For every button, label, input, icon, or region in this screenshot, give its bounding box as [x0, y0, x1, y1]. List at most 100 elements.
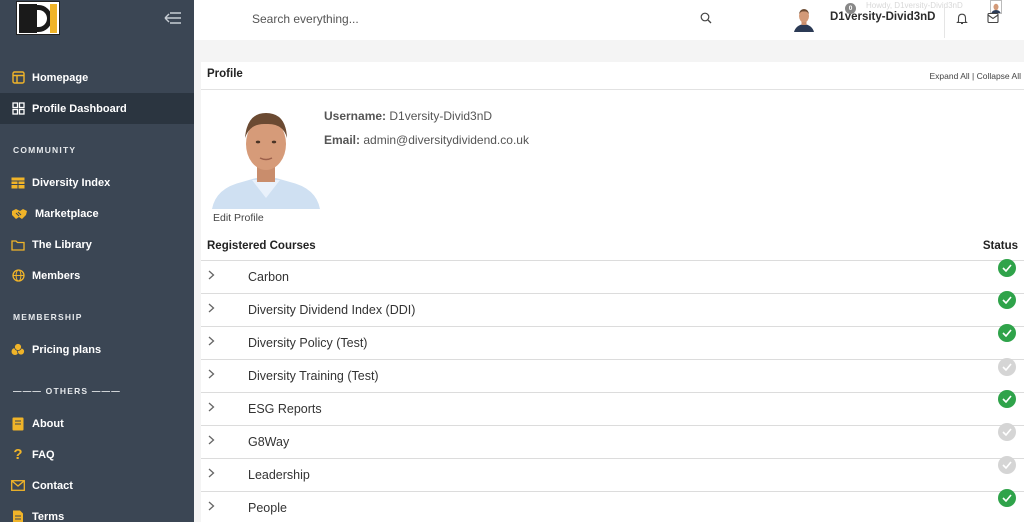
search-input[interactable] [252, 12, 692, 26]
link-separator: | [969, 71, 977, 81]
course-row[interactable]: Leadership [201, 458, 1024, 491]
question-icon: ? [13, 446, 23, 463]
chevron-right-icon[interactable] [207, 368, 216, 380]
search-bar [252, 0, 722, 38]
course-row[interactable]: ESG Reports [201, 392, 1024, 425]
username-label: Username: [324, 109, 387, 123]
inbox-icon[interactable] [987, 12, 999, 24]
sidebar-item-the-library[interactable]: The Library [0, 229, 194, 260]
sidebar-item-label: Pricing plans [32, 343, 102, 356]
chevron-right-icon[interactable] [207, 335, 216, 347]
layout-icon [11, 71, 25, 85]
logo[interactable] [16, 1, 60, 35]
expand-collapse-links: Expand All | Collapse All [929, 71, 1021, 81]
chevron-right-icon[interactable] [207, 434, 216, 446]
envelope-icon [11, 479, 25, 493]
handshake-icon [11, 207, 28, 221]
course-name: Diversity Policy (Test) [248, 336, 368, 350]
sidebar-item-contact[interactable]: Contact [0, 470, 194, 501]
email-label: Email: [324, 133, 361, 147]
email-line: Email: admin@diversitydividend.co.uk [324, 133, 529, 147]
document-icon [11, 510, 25, 522]
status-check-icon [998, 324, 1016, 342]
course-name: Diversity Dividend Index (DDI) [248, 303, 416, 317]
grid-icon [11, 102, 25, 116]
status-check-icon [998, 291, 1016, 309]
sidebar-item-label: Marketplace [35, 207, 99, 220]
username-value: D1versity-Divid3nD [389, 109, 493, 123]
course-name: Carbon [248, 270, 289, 284]
sidebar-item-label: Contact [32, 479, 73, 492]
sidebar-item-label: Diversity Index [32, 176, 111, 189]
sidebar-item-members[interactable]: Members [0, 260, 194, 291]
sidebar-item-label: FAQ [32, 448, 55, 461]
sidebar-item-label: Profile Dashboard [32, 102, 127, 115]
sidebar-item-faq[interactable]: ? FAQ [0, 439, 194, 470]
status-check-icon [998, 489, 1016, 507]
sidebar-item-homepage[interactable]: Homepage [0, 62, 194, 93]
status-check-icon [998, 259, 1016, 277]
search-icon[interactable] [700, 12, 712, 24]
sidebar: Homepage Profile Dashboard COMMUNITY Div… [0, 0, 194, 522]
sidebar-item-label: Members [32, 269, 81, 282]
bell-icon[interactable] [956, 12, 968, 25]
email-value: admin@diversitydividend.co.uk [363, 133, 529, 147]
status-heading: Status [982, 240, 1018, 252]
course-name: People [248, 501, 287, 515]
sidebar-item-terms[interactable]: Terms [0, 501, 194, 522]
book-icon [11, 417, 25, 431]
chevron-right-icon[interactable] [207, 401, 216, 413]
course-name: ESG Reports [248, 402, 322, 416]
chevron-right-icon[interactable] [207, 467, 216, 479]
status-check-icon [998, 423, 1016, 441]
chevron-right-icon[interactable] [207, 269, 216, 281]
sidebar-item-label: Homepage [32, 71, 89, 84]
admin-bar-greeting[interactable]: Howdy, D1versity-Divid3nD [866, 1, 963, 10]
logo-bar [0, 0, 194, 40]
globe-icon [11, 269, 25, 283]
chevron-right-icon[interactable] [207, 500, 216, 512]
collapse-all-link[interactable]: Collapse All [977, 71, 1021, 81]
table-icon [11, 176, 25, 190]
course-name: Leadership [248, 468, 310, 482]
topbar: D1versity-Divid3nD 0 Howdy, D1versity-Di… [194, 0, 1024, 40]
course-row[interactable]: Diversity Policy (Test) [201, 326, 1024, 359]
course-name: Diversity Training (Test) [248, 369, 379, 383]
chevron-right-icon[interactable] [207, 302, 216, 314]
section-community: COMMUNITY [13, 145, 77, 155]
sidebar-item-profile-dashboard[interactable]: Profile Dashboard [0, 93, 194, 124]
section-membership: MEMBERSHIP [13, 312, 83, 322]
profile-panel: Profile Expand All | Collapse All Edit P… [201, 62, 1024, 522]
course-row[interactable]: People [201, 491, 1024, 522]
username-line: Username: D1versity-Divid3nD [324, 109, 492, 123]
edit-profile-link[interactable]: Edit Profile [213, 212, 264, 224]
course-row[interactable]: Diversity Dividend Index (DDI) [201, 293, 1024, 326]
coins-icon [11, 343, 25, 357]
profile-photo [212, 106, 320, 209]
status-check-icon [998, 358, 1016, 376]
profile-header: Profile Expand All | Collapse All [201, 62, 1024, 90]
registered-courses-heading: Registered Courses [207, 240, 316, 252]
section-others: ——— OTHERS ——— [13, 386, 121, 396]
collapse-menu-icon[interactable] [161, 9, 183, 27]
status-check-icon [998, 456, 1016, 474]
topbar-divider [944, 6, 945, 38]
sidebar-item-pricing-plans[interactable]: Pricing plans [0, 334, 194, 365]
page-title: Profile [207, 68, 243, 80]
sidebar-item-about[interactable]: About [0, 408, 194, 439]
sidebar-item-label: Terms [32, 510, 65, 522]
sidebar-item-diversity-index[interactable]: Diversity Index [0, 167, 194, 198]
sidebar-item-label: The Library [32, 238, 92, 251]
course-row[interactable]: Carbon [201, 260, 1024, 293]
username-menu[interactable]: D1versity-Divid3nD [830, 11, 935, 23]
status-check-icon [998, 390, 1016, 408]
avatar[interactable] [794, 6, 814, 32]
folder-icon [11, 238, 25, 252]
notification-badge: 0 [845, 3, 856, 14]
course-name: G8Way [248, 435, 290, 449]
course-row[interactable]: Diversity Training (Test) [201, 359, 1024, 392]
sidebar-item-label: About [32, 417, 64, 430]
expand-all-link[interactable]: Expand All [929, 71, 969, 81]
course-row[interactable]: G8Way [201, 425, 1024, 458]
sidebar-item-marketplace[interactable]: Marketplace [0, 198, 194, 229]
